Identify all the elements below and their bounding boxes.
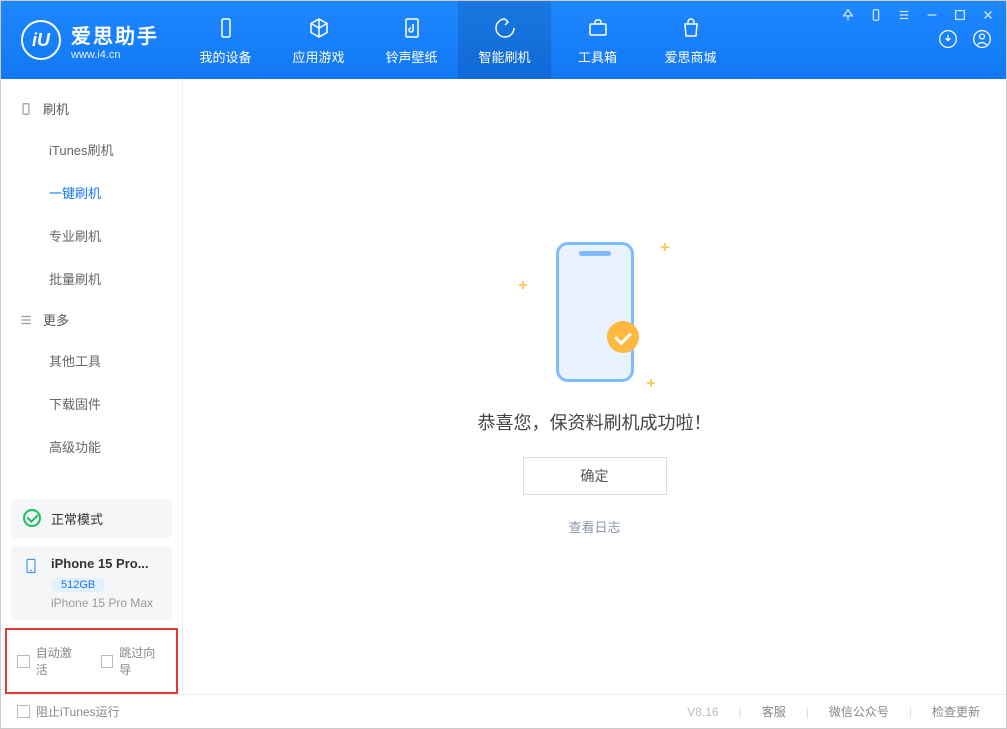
auto-activate-checkbox[interactable]: 自动激活 [17,644,83,678]
device-full-name: iPhone 15 Pro Max [51,596,153,610]
app-subtitle: www.i4.cn [71,49,159,61]
sidebar-item-download-firmware[interactable]: 下载固件 [1,382,182,425]
device-mode-status[interactable]: 正常模式 [11,499,172,538]
wechat-link[interactable]: 微信公众号 [819,703,899,720]
bag-icon [678,15,704,41]
device-info-card[interactable]: iPhone 15 Pro... 512GB iPhone 15 Pro Max [11,546,172,620]
group-label: 更多 [43,310,69,329]
phone-outline-icon [23,556,41,574]
download-icon[interactable] [938,29,958,52]
logo-icon: iU [21,20,61,60]
briefcase-icon [585,15,611,41]
block-itunes-checkbox[interactable]: 阻止iTunes运行 [17,703,120,720]
status-label: 正常模式 [51,509,103,528]
check-badge-icon [607,321,639,353]
nav-ringtones-wallpapers[interactable]: 铃声壁纸 [365,1,458,79]
nav-label: 我的设备 [199,47,251,66]
nav-label: 工具箱 [578,47,617,66]
app-logo: iU 爱思助手 www.i4.cn [1,1,179,79]
checkbox-icon [17,705,30,718]
nav-toolbox[interactable]: 工具箱 [551,1,644,79]
nav-store[interactable]: 爱思商城 [644,1,737,79]
nav-label: 铃声壁纸 [385,47,437,66]
nav-label: 智能刷机 [478,47,530,66]
group-label: 刷机 [43,99,69,118]
storage-badge: 512GB [51,578,105,592]
tool-icon-2[interactable] [868,7,884,23]
sidebar-item-other-tools[interactable]: 其他工具 [1,339,182,382]
check-circle-icon [23,509,41,527]
app-title: 爱思助手 [71,20,159,49]
sidebar-item-itunes-flash[interactable]: iTunes刷机 [1,128,182,171]
sidebar-item-pro-flash[interactable]: 专业刷机 [1,214,182,257]
sidebar-item-batch-flash[interactable]: 批量刷机 [1,257,182,300]
device-icon [213,15,239,41]
nav-label: 爱思商城 [664,47,716,66]
tool-icon-1[interactable] [840,7,856,23]
checkbox-icon [101,655,114,668]
checkbox-label: 阻止iTunes运行 [36,703,120,720]
checkbox-label: 跳过向导 [119,644,166,678]
sidebar-group-flash: 刷机 [1,89,182,128]
menu-lines-icon [19,313,33,327]
minimize-icon[interactable] [924,7,940,23]
reload-icon [492,15,518,41]
nav-smart-flash[interactable]: 智能刷机 [458,1,551,79]
nav-label: 应用游戏 [292,47,344,66]
success-message: 恭喜您，保资料刷机成功啦！ [478,409,712,435]
user-icon[interactable] [972,29,992,52]
menu-icon[interactable] [896,7,912,23]
music-note-icon [399,15,425,41]
checkbox-icon [17,655,30,668]
version-label: V8.16 [687,705,718,719]
close-icon[interactable] [980,7,996,23]
options-highlight-box: 自动激活 跳过向导 [5,628,178,694]
checkbox-label: 自动激活 [36,644,83,678]
ok-button[interactable]: 确定 [523,457,667,495]
check-update-link[interactable]: 检查更新 [922,703,990,720]
skip-wizard-checkbox[interactable]: 跳过向导 [101,644,167,678]
sidebar-group-more: 更多 [1,300,182,339]
support-link[interactable]: 客服 [752,703,796,720]
view-log-link[interactable]: 查看日志 [568,517,620,536]
nav-apps-games[interactable]: 应用游戏 [272,1,365,79]
cube-icon [306,15,332,41]
sidebar-item-oneclick-flash[interactable]: 一键刷机 [1,171,182,214]
maximize-icon[interactable] [952,7,968,23]
phone-icon [19,102,33,116]
sidebar-item-advanced[interactable]: 高级功能 [1,425,182,468]
device-name: iPhone 15 Pro... [51,556,153,571]
nav-my-device[interactable]: 我的设备 [179,1,272,79]
success-illustration [535,237,655,387]
